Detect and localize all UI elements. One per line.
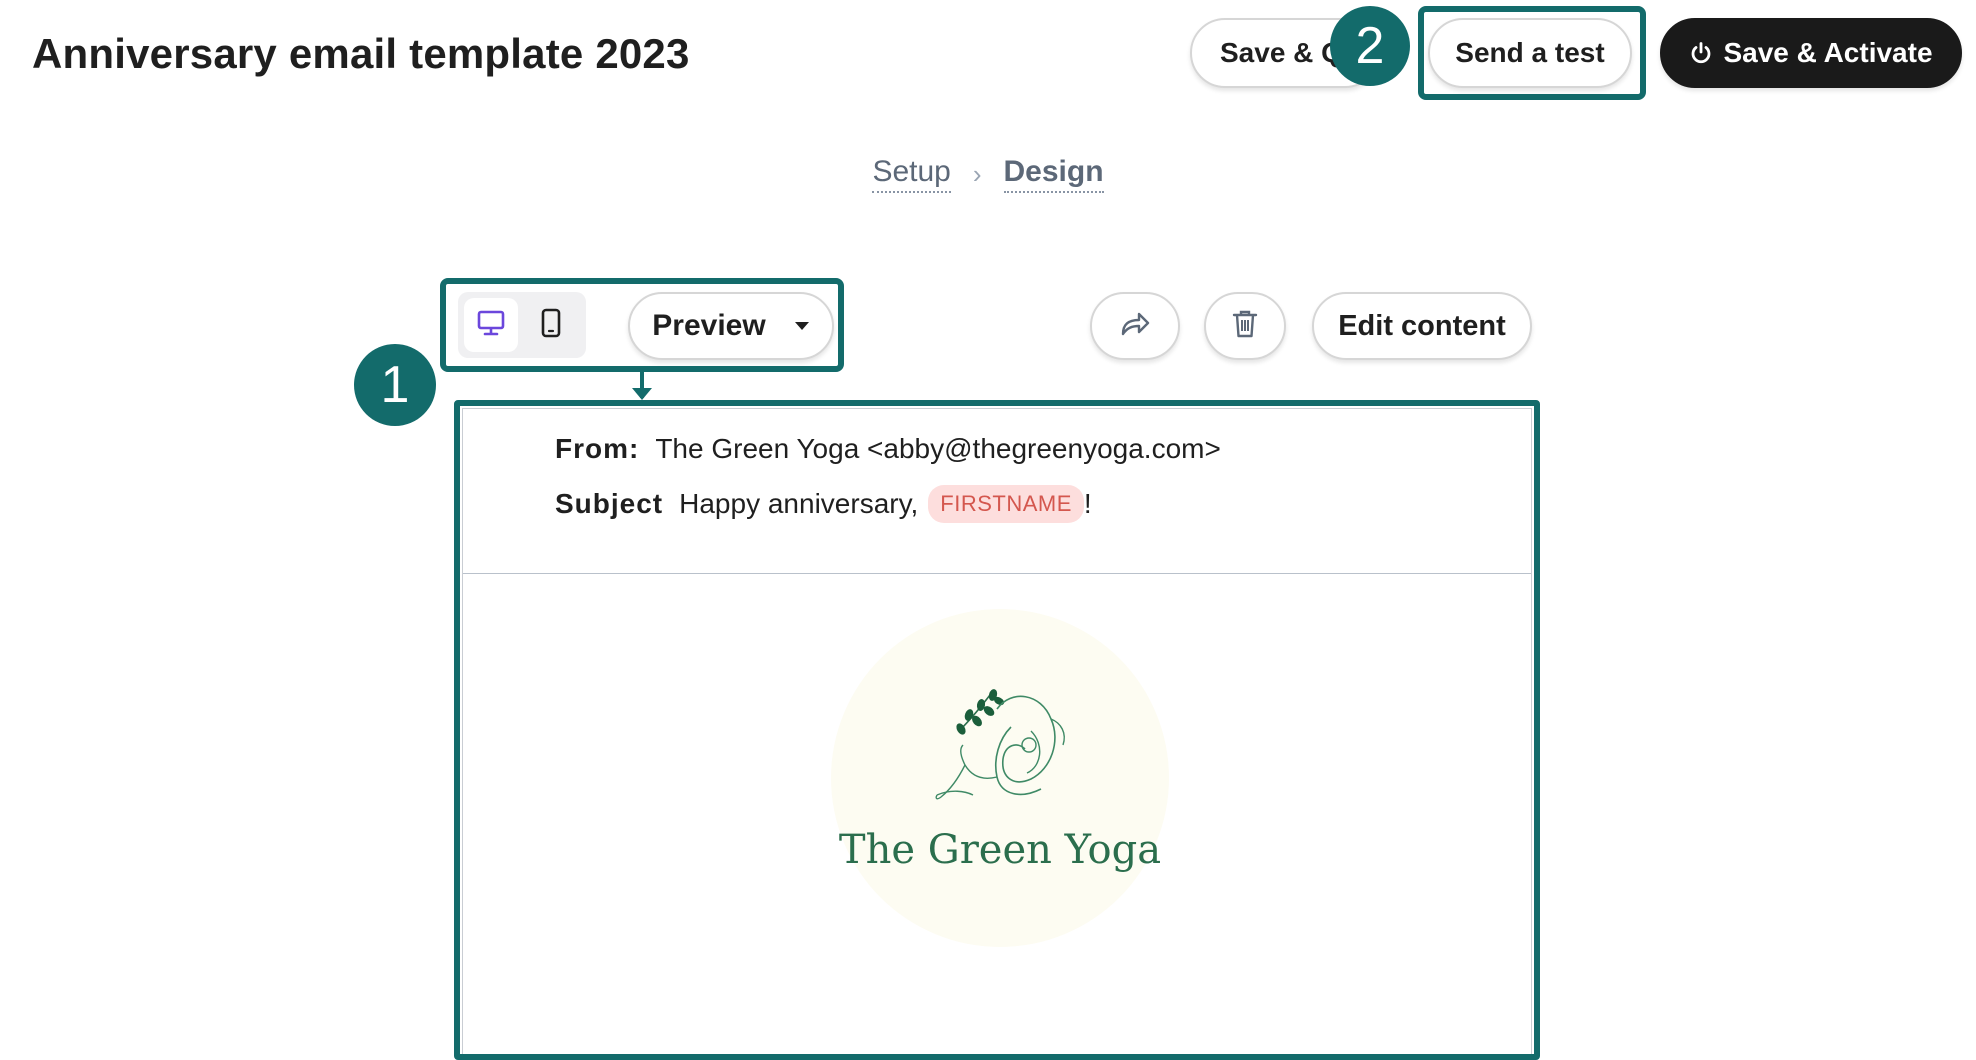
save-activate-label: Save & Activate — [1723, 37, 1933, 68]
breadcrumb-setup[interactable]: Setup — [872, 155, 951, 193]
breadcrumb: Setup › Design — [0, 155, 1976, 193]
edit-content-button[interactable]: Edit content — [1312, 292, 1532, 360]
breadcrumb-design[interactable]: Design — [1003, 155, 1104, 193]
edit-content-label: Edit content — [1338, 309, 1506, 342]
power-icon — [1689, 41, 1713, 65]
save-quit-label: Save & Q — [1220, 37, 1343, 68]
trash-icon — [1232, 309, 1258, 344]
share-arrow-icon — [1119, 310, 1151, 343]
share-button[interactable] — [1090, 292, 1180, 360]
save-activate-button[interactable]: Save & Activate — [1660, 18, 1962, 88]
delete-button[interactable] — [1204, 292, 1286, 360]
send-test-button[interactable]: Send a test — [1428, 18, 1632, 88]
toolbar-highlight — [440, 278, 844, 372]
page-title: Anniversary email template 2023 — [32, 30, 690, 77]
email-preview-highlight — [454, 400, 1540, 1060]
arrow-down-icon — [632, 388, 652, 400]
send-test-label: Send a test — [1455, 37, 1605, 68]
chevron-right-icon: › — [972, 158, 982, 189]
step-badge-1: 1 — [354, 344, 436, 426]
step-badge-2: 2 — [1330, 6, 1410, 86]
